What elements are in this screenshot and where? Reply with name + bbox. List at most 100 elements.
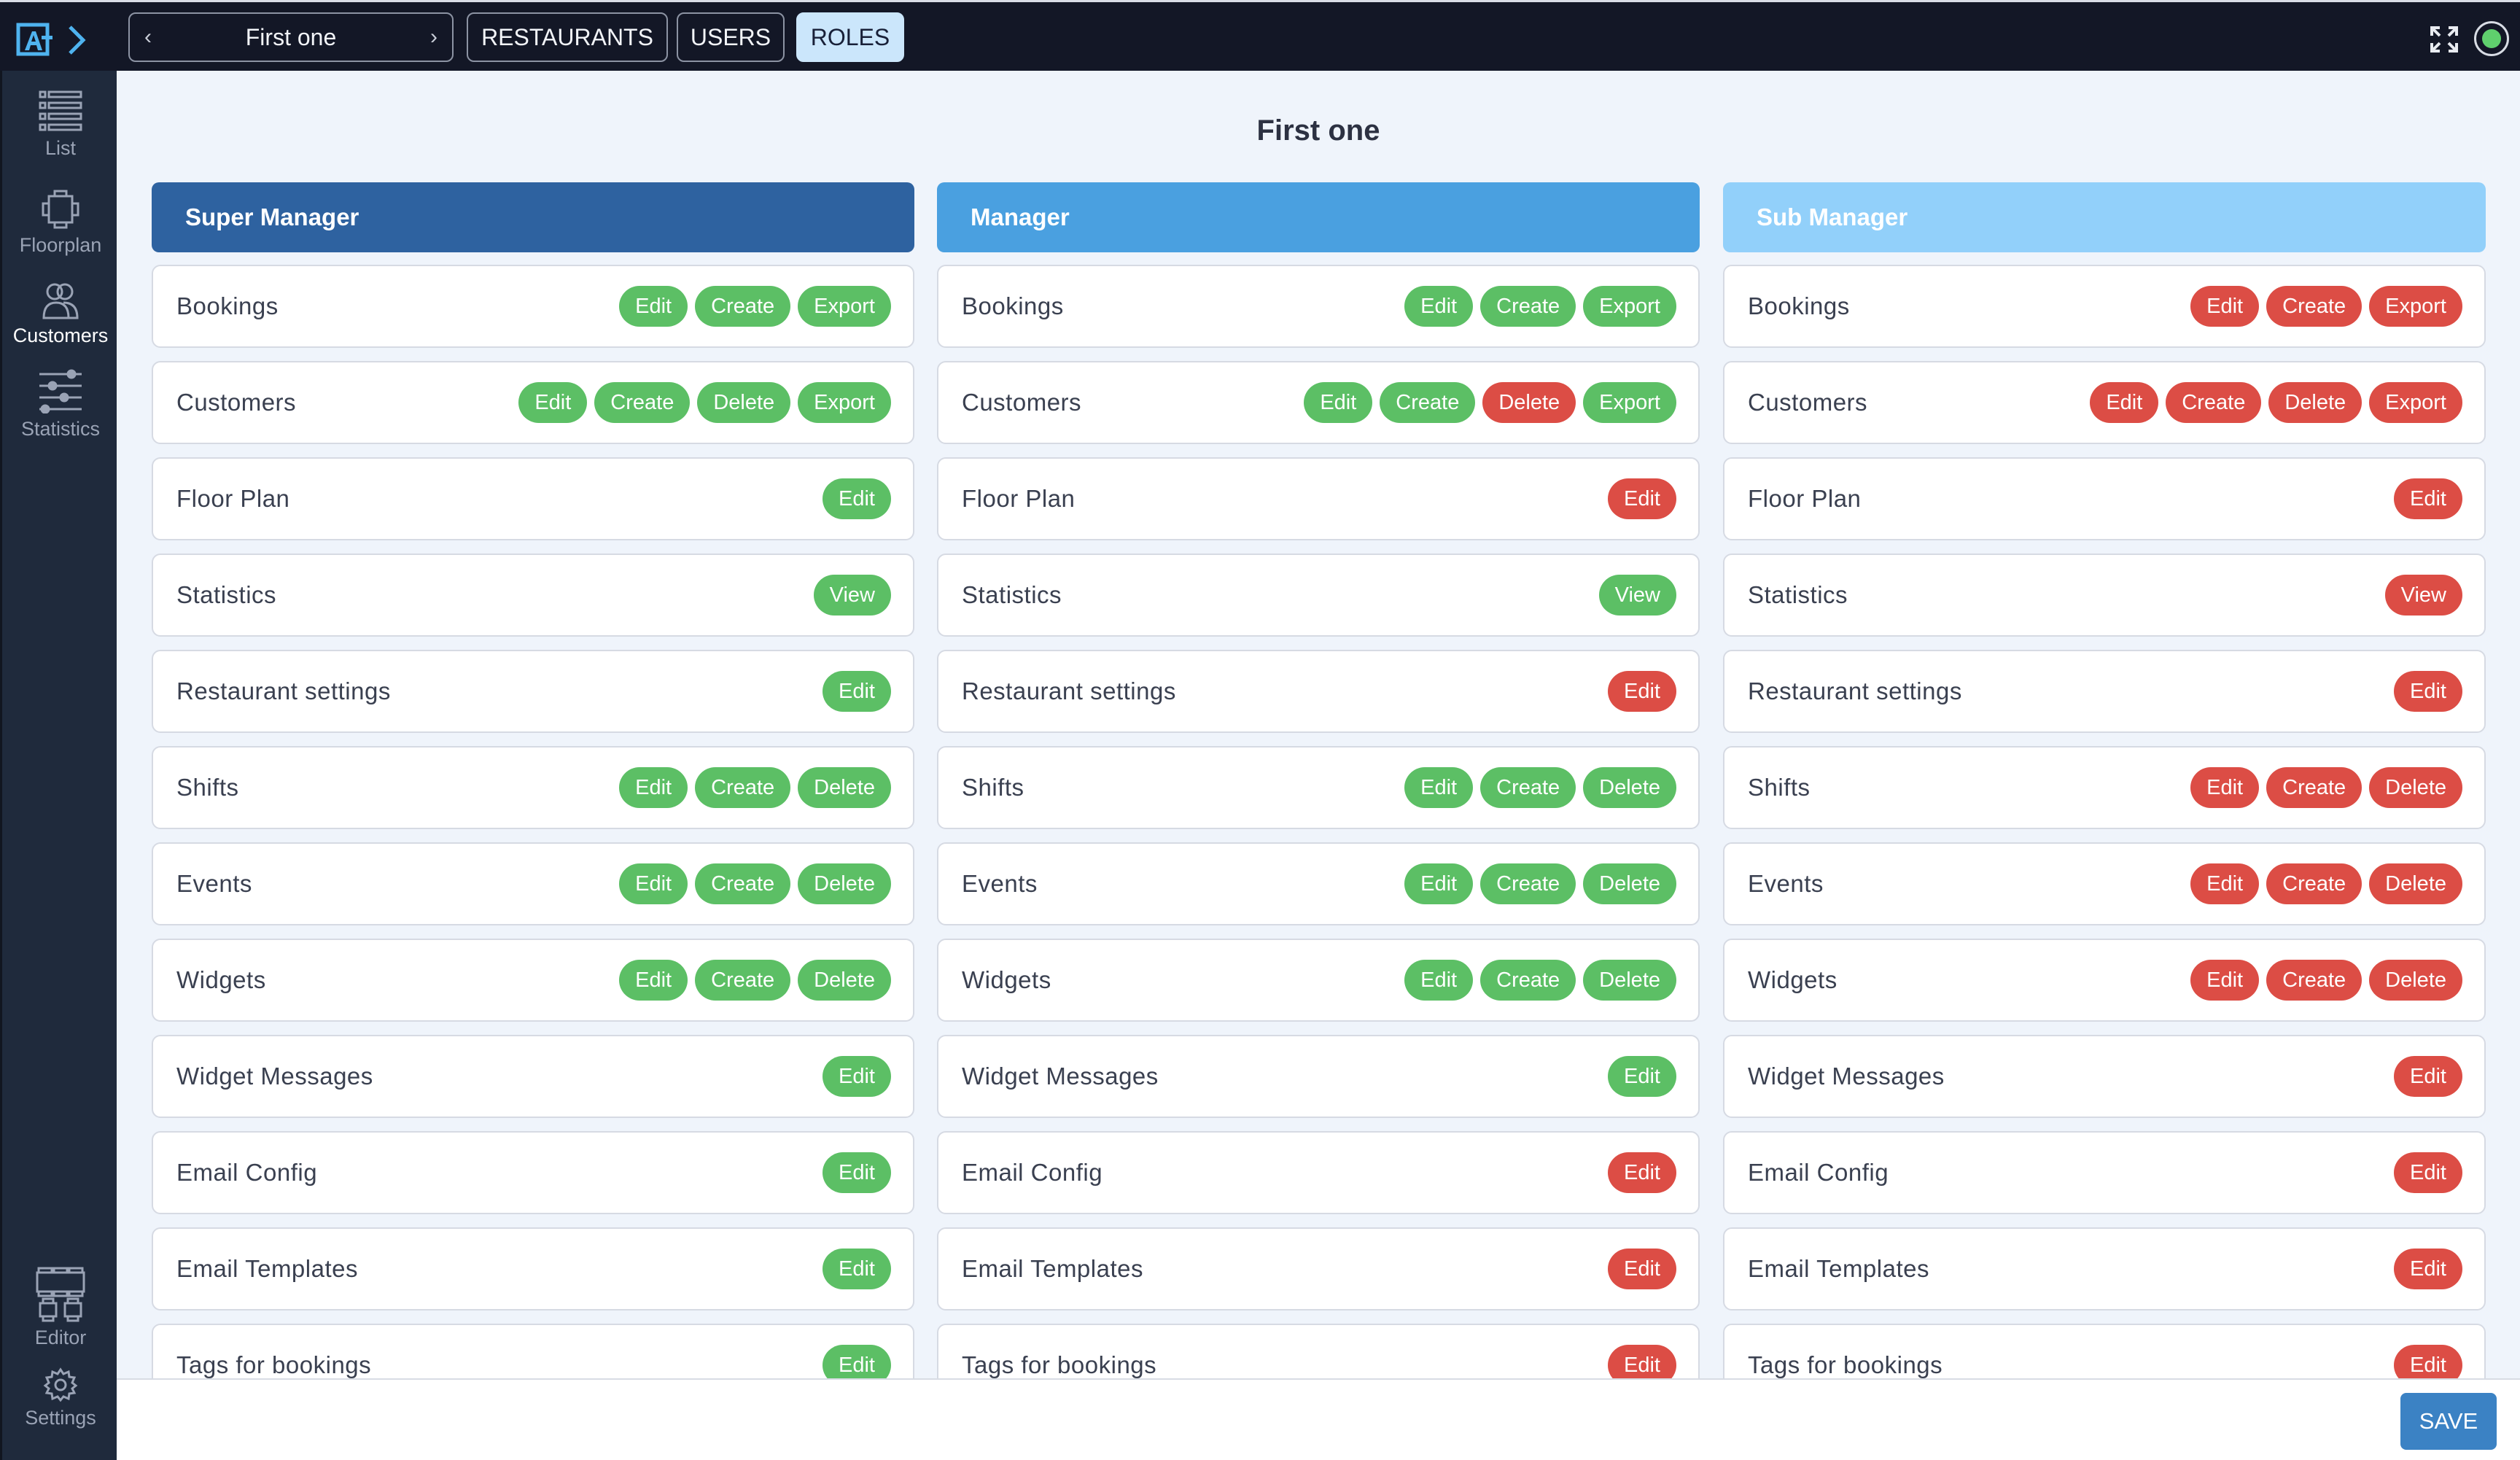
restaurant-selector[interactable]: ‹ First one ›	[128, 12, 454, 62]
app-logo-icon[interactable]	[16, 23, 52, 58]
create-permission-toggle[interactable]: Create	[1480, 767, 1576, 808]
edit-permission-toggle[interactable]: Edit	[1608, 1345, 1676, 1378]
create-permission-toggle[interactable]: Create	[1480, 286, 1576, 327]
edit-permission-toggle[interactable]: Edit	[2190, 960, 2260, 1001]
tab-roles[interactable]: ROLES	[796, 12, 904, 62]
create-permission-toggle[interactable]: Create	[2166, 382, 2262, 423]
create-permission-toggle[interactable]: Create	[695, 863, 791, 904]
delete-permission-toggle[interactable]: Delete	[697, 382, 791, 423]
edit-permission-toggle[interactable]: Edit	[1608, 671, 1676, 712]
edit-permission-toggle[interactable]: Edit	[1404, 767, 1474, 808]
delete-permission-toggle[interactable]: Delete	[1482, 382, 1576, 423]
edit-permission-toggle[interactable]: Edit	[1608, 1152, 1676, 1193]
create-permission-toggle[interactable]: Create	[594, 382, 691, 423]
permission-actions: Edit	[822, 671, 891, 712]
role-column-manager: Manager Bookings Edit Create Export Customers…	[937, 182, 1700, 1378]
create-permission-toggle[interactable]: Create	[1480, 960, 1576, 1001]
edit-permission-toggle[interactable]: Edit	[2394, 671, 2462, 712]
edit-permission-toggle[interactable]: Edit	[1608, 1249, 1676, 1289]
edit-permission-toggle[interactable]: Edit	[822, 478, 891, 519]
permission-row-floor-plan: Floor Plan Edit	[937, 457, 1700, 540]
edit-permission-toggle[interactable]: Edit	[2394, 1152, 2462, 1193]
export-permission-toggle[interactable]: Export	[798, 382, 891, 423]
create-permission-toggle[interactable]: Create	[695, 286, 791, 327]
edit-permission-toggle[interactable]: Edit	[2190, 286, 2260, 327]
roles-content: First one Super Manager Bookings Edit Creat…	[117, 71, 2520, 1378]
export-permission-toggle[interactable]: Export	[1583, 382, 1676, 423]
create-permission-toggle[interactable]: Create	[1480, 863, 1576, 904]
edit-permission-toggle[interactable]: Edit	[1404, 863, 1474, 904]
permission-row-floor-plan: Floor Plan Edit	[152, 457, 914, 540]
permission-row-shifts: Shifts Edit Create Delete	[152, 746, 914, 829]
fullscreen-icon[interactable]	[2430, 26, 2459, 53]
sidebar-toggle-icon[interactable]	[66, 24, 88, 56]
export-permission-toggle[interactable]: Export	[2369, 382, 2462, 423]
sidebar-item-floorplan[interactable]: Floorplan	[2, 189, 119, 257]
edit-permission-toggle[interactable]: Edit	[2394, 1345, 2462, 1378]
export-permission-toggle[interactable]: Export	[2369, 286, 2462, 327]
delete-permission-toggle[interactable]: Delete	[798, 960, 891, 1001]
edit-permission-toggle[interactable]: Edit	[619, 286, 688, 327]
create-permission-toggle[interactable]: Create	[695, 960, 791, 1001]
edit-permission-toggle[interactable]: Edit	[619, 863, 688, 904]
delete-permission-toggle[interactable]: Delete	[1583, 767, 1676, 808]
create-permission-toggle[interactable]: Create	[1380, 382, 1476, 423]
edit-permission-toggle[interactable]: Edit	[2394, 478, 2462, 519]
create-permission-toggle[interactable]: Create	[2266, 767, 2362, 808]
edit-permission-toggle[interactable]: Edit	[518, 382, 588, 423]
page-title: First one	[1256, 114, 1380, 147]
edit-permission-toggle[interactable]: Edit	[2394, 1056, 2462, 1097]
create-permission-toggle[interactable]: Create	[2266, 286, 2362, 327]
sidebar-item-statistics[interactable]: Statistics	[2, 368, 119, 440]
prev-restaurant-icon[interactable]: ‹	[144, 25, 152, 50]
create-permission-toggle[interactable]: Create	[2266, 863, 2362, 904]
edit-permission-toggle[interactable]: Edit	[2394, 1249, 2462, 1289]
delete-permission-toggle[interactable]: Delete	[2369, 767, 2462, 808]
delete-permission-toggle[interactable]: Delete	[1583, 863, 1676, 904]
sidebar-item-editor[interactable]: Editor	[2, 1267, 119, 1349]
permission-label: Widget Messages	[962, 1063, 1159, 1090]
view-permission-toggle[interactable]: View	[1598, 575, 1676, 616]
tab-users[interactable]: USERS	[677, 12, 785, 62]
delete-permission-toggle[interactable]: Delete	[1583, 960, 1676, 1001]
edit-permission-toggle[interactable]: Edit	[822, 1152, 891, 1193]
tab-restaurants[interactable]: RESTAURANTS	[467, 12, 668, 62]
edit-permission-toggle[interactable]: Edit	[1608, 1056, 1676, 1097]
delete-permission-toggle[interactable]: Delete	[2268, 382, 2362, 423]
edit-permission-toggle[interactable]: Edit	[2190, 767, 2260, 808]
edit-permission-toggle[interactable]: Edit	[2190, 863, 2260, 904]
sidebar-item-settings[interactable]: Settings	[2, 1367, 119, 1429]
delete-permission-toggle[interactable]: Delete	[798, 767, 891, 808]
list-icon	[39, 90, 82, 131]
view-permission-toggle[interactable]: View	[2384, 575, 2462, 616]
export-permission-toggle[interactable]: Export	[1583, 286, 1676, 327]
edit-permission-toggle[interactable]: Edit	[1404, 960, 1474, 1001]
edit-permission-toggle[interactable]: Edit	[822, 671, 891, 712]
permission-actions: Edit	[822, 478, 891, 519]
edit-permission-toggle[interactable]: Edit	[822, 1345, 891, 1378]
edit-permission-toggle[interactable]: Edit	[822, 1249, 891, 1289]
save-button[interactable]: SAVE	[2400, 1393, 2497, 1450]
permission-actions: Edit Create Delete	[619, 960, 891, 1001]
view-permission-toggle[interactable]: View	[813, 575, 891, 616]
edit-permission-toggle[interactable]: Edit	[2090, 382, 2159, 423]
permission-label: Customers	[1748, 389, 1868, 416]
edit-permission-toggle[interactable]: Edit	[1304, 382, 1373, 423]
delete-permission-toggle[interactable]: Delete	[2369, 960, 2462, 1001]
permission-label: Bookings	[962, 292, 1064, 319]
delete-permission-toggle[interactable]: Delete	[2369, 863, 2462, 904]
sidebar-item-customers[interactable]: Customers	[2, 282, 119, 347]
edit-permission-toggle[interactable]: Edit	[1608, 478, 1676, 519]
next-restaurant-icon[interactable]: ›	[430, 25, 438, 50]
delete-permission-toggle[interactable]: Delete	[798, 863, 891, 904]
sidebar-item-list[interactable]: List	[2, 89, 119, 160]
edit-permission-toggle[interactable]: Edit	[822, 1056, 891, 1097]
sidebar-item-label: Statistics	[20, 418, 101, 440]
edit-permission-toggle[interactable]: Edit	[619, 960, 688, 1001]
create-permission-toggle[interactable]: Create	[2266, 960, 2362, 1001]
export-permission-toggle[interactable]: Export	[798, 286, 891, 327]
permission-actions: Edit Create Delete Export	[1304, 382, 1676, 423]
edit-permission-toggle[interactable]: Edit	[1404, 286, 1474, 327]
create-permission-toggle[interactable]: Create	[695, 767, 791, 808]
edit-permission-toggle[interactable]: Edit	[619, 767, 688, 808]
